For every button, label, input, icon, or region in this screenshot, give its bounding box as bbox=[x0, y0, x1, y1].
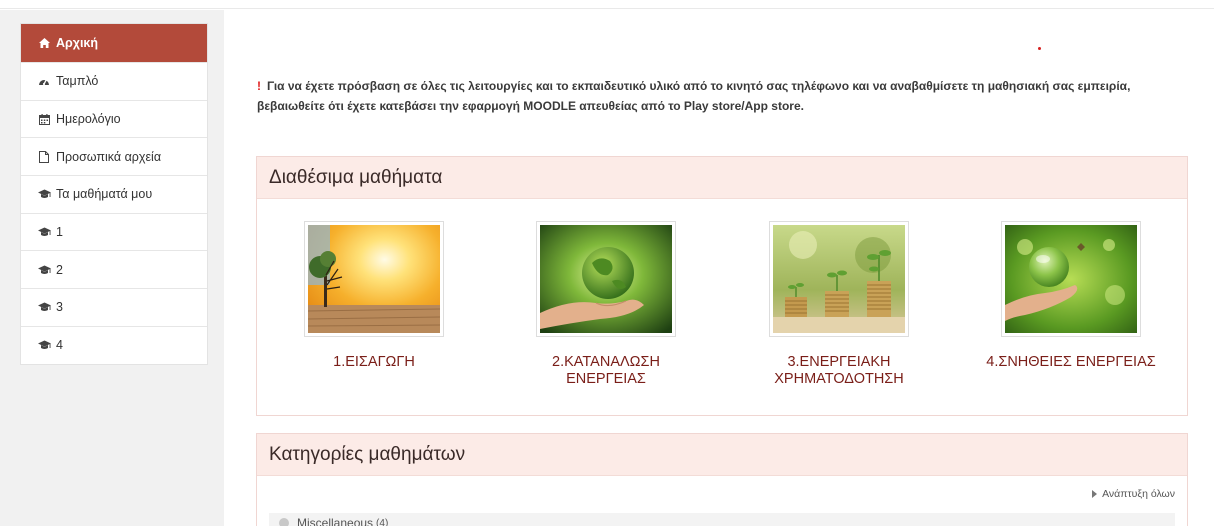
sidebar-item-calendar[interactable]: Ημερολόγιο bbox=[21, 99, 207, 138]
expand-all-label: Ανάπτυξη όλων bbox=[1102, 488, 1175, 500]
sidebar-item-label: Τα μαθήματά μου bbox=[56, 187, 153, 202]
graduation-cap-icon bbox=[36, 189, 52, 199]
available-courses-heading: Διαθέσιμα μαθήματα bbox=[257, 157, 1187, 199]
category-name: Miscellaneous bbox=[297, 516, 374, 526]
warning-icon: ! bbox=[257, 79, 261, 93]
sidebar-item-label: Ταμπλό bbox=[56, 74, 99, 89]
categories-body: Ανάπτυξη όλων Miscellaneous (4) bbox=[257, 476, 1187, 526]
sidebar-item-my-courses[interactable]: Τα μαθήματά μου bbox=[21, 175, 207, 213]
course-image-glass-globe[interactable] bbox=[1001, 221, 1141, 337]
available-courses-panel: Διαθέσιμα μαθήματα 1.ΕΙΣΑΓΩΓΗ 2.ΚΑΤΑΝΑΛΩ… bbox=[256, 156, 1188, 416]
course-title[interactable]: 3.ΕΝΕΡΓΕΙΑΚΗ ΧΡΗΜΑΤΟΔΟΤΗΣΗ bbox=[723, 354, 955, 388]
calendar-icon bbox=[36, 113, 52, 125]
course-card-3[interactable]: 3.ΕΝΕΡΓΕΙΑΚΗ ΧΡΗΜΑΤΟΔΟΤΗΣΗ bbox=[723, 221, 955, 388]
app-download-notice: ! Για να έχετε πρόσβαση σε όλες τις λειτο… bbox=[257, 76, 1177, 116]
dashboard-icon bbox=[36, 76, 52, 86]
graduation-cap-icon bbox=[36, 302, 52, 312]
sidebar-item-label: 2 bbox=[56, 262, 63, 277]
course-categories-heading: Κατηγορίες μαθημάτων bbox=[257, 434, 1187, 476]
notice-text: Για να έχετε πρόσβαση σε όλες τις λειτου… bbox=[257, 79, 1131, 113]
course-card-1[interactable]: 1.ΕΙΣΑΓΩΓΗ bbox=[258, 221, 490, 371]
course-categories-panel: Κατηγορίες μαθημάτων Ανάπτυξη όλων Misce… bbox=[256, 433, 1188, 526]
home-icon bbox=[36, 38, 52, 48]
course-title[interactable]: 1.ΕΙΣΑΓΩΓΗ bbox=[258, 354, 490, 371]
course-list: 1.ΕΙΣΑΓΩΓΗ 2.ΚΑΤΑΝΑΛΩΣΗ ΕΝΕΡΓΕΙΑΣ 3.ΕΝΕΡ… bbox=[257, 199, 1187, 415]
sidebar-item-course-1[interactable]: 1 bbox=[21, 212, 207, 251]
sidebar-item-label: 1 bbox=[56, 225, 63, 240]
sidebar-item-label: Ημερολόγιο bbox=[56, 112, 121, 127]
sidebar-item-course-2[interactable]: 2 bbox=[21, 250, 207, 288]
course-image-globe-in-hand[interactable] bbox=[536, 221, 676, 337]
file-icon bbox=[36, 150, 52, 163]
sidebar-item-label: Αρχική bbox=[56, 36, 99, 50]
course-title[interactable]: 4.ΣΝΗΘΕΙΕΣ ΕΝΕΡΓΕΙΑΣ bbox=[955, 354, 1187, 371]
sidebar-item-label: 3 bbox=[56, 300, 63, 315]
sidebar-item-label: 4 bbox=[56, 338, 63, 353]
sidebar-item-home[interactable]: Αρχική bbox=[21, 24, 207, 62]
caret-right-icon bbox=[1092, 490, 1098, 498]
sidebar-item-course-3[interactable]: 3 bbox=[21, 288, 207, 326]
graduation-cap-icon bbox=[36, 340, 52, 350]
graduation-cap-icon bbox=[36, 227, 52, 237]
top-bar bbox=[0, 0, 1214, 9]
course-image-sunset-tree[interactable] bbox=[304, 221, 444, 337]
sidebar-item-dashboard[interactable]: Ταμπλό bbox=[21, 62, 207, 100]
sidebar-item-course-4[interactable]: 4 bbox=[21, 325, 207, 364]
sidebar-navigation: Αρχική Ταμπλό Ημερολόγιο Προσωπικά αρχεί… bbox=[20, 23, 208, 365]
course-card-4[interactable]: 4.ΣΝΗΘΕΙΕΣ ΕΝΕΡΓΕΙΑΣ bbox=[955, 221, 1187, 371]
expand-all-link[interactable]: Ανάπτυξη όλων bbox=[1092, 488, 1175, 500]
category-item-miscellaneous[interactable]: Miscellaneous (4) bbox=[269, 513, 1175, 526]
course-image-coin-plants[interactable] bbox=[769, 221, 909, 337]
graduation-cap-icon bbox=[36, 265, 52, 275]
category-count: (4) bbox=[376, 517, 389, 526]
course-card-2[interactable]: 2.ΚΑΤΑΝΑΛΩΣΗ ΕΝΕΡΓΕΙΑΣ bbox=[490, 221, 722, 388]
sidebar-item-label: Προσωπικά αρχεία bbox=[56, 149, 162, 164]
course-title[interactable]: 2.ΚΑΤΑΝΑΛΩΣΗ ΕΝΕΡΓΕΙΑΣ bbox=[490, 354, 722, 388]
decorative-dot bbox=[1038, 47, 1041, 50]
category-collapsed-icon bbox=[279, 518, 289, 526]
sidebar-item-private-files[interactable]: Προσωπικά αρχεία bbox=[21, 137, 207, 175]
